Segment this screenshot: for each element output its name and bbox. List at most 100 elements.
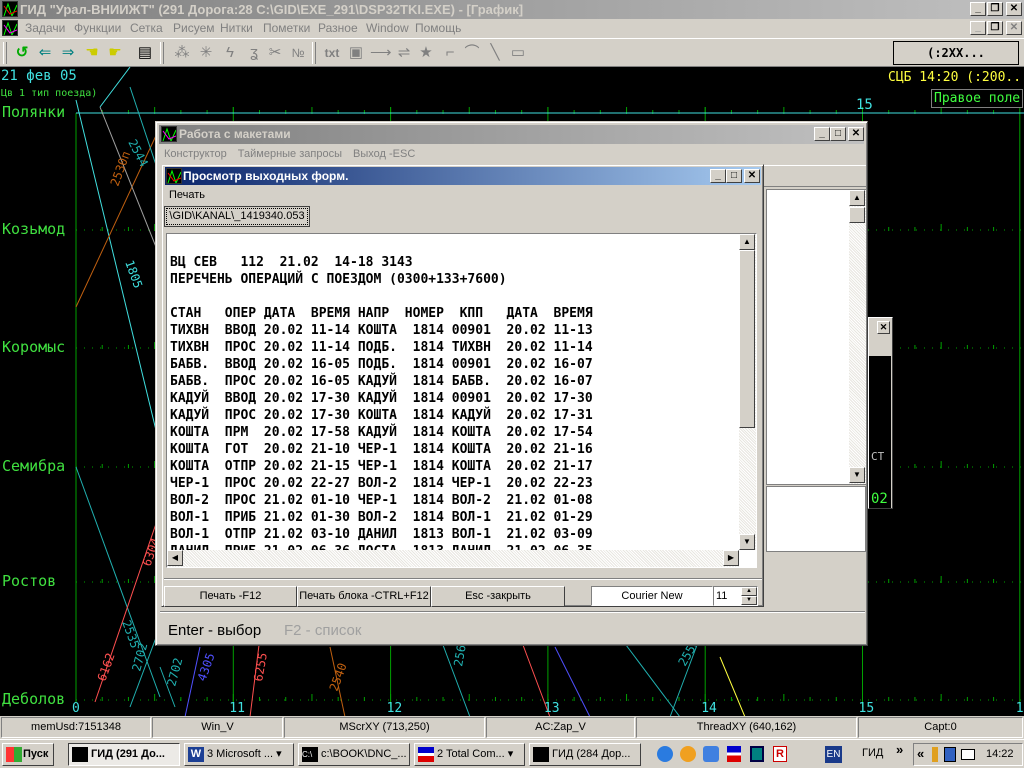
ie-icon[interactable]: [657, 746, 673, 762]
numero-icon[interactable]: №: [288, 43, 308, 63]
spin-up-button[interactable]: ▲: [741, 587, 757, 596]
task-total-commander[interactable]: 2 Total Com... ▾: [414, 743, 525, 766]
station-label[interactable]: Полянки: [2, 103, 65, 121]
station-label[interactable]: Деболов: [2, 690, 65, 708]
txt-icon[interactable]: txt: [322, 43, 342, 63]
total-commander-icon[interactable]: [727, 746, 741, 762]
menu-timer-requests[interactable]: Таймерные запросы: [238, 148, 342, 160]
hook-icon[interactable]: ʓ: [244, 43, 264, 63]
sparkle-icon[interactable]: ✳: [196, 43, 216, 63]
page-back-icon[interactable]: ⇐: [35, 43, 55, 63]
toolbar-grip[interactable]: [312, 42, 316, 64]
far-icon[interactable]: [750, 746, 764, 762]
station-label[interactable]: Коромыс: [2, 338, 65, 356]
minimize-button[interactable]: _: [970, 2, 986, 16]
tray-network-icon[interactable]: [944, 747, 956, 762]
makety-minimize-button[interactable]: _: [814, 127, 830, 141]
viewer-minimize-button[interactable]: _: [710, 169, 726, 183]
code-button[interactable]: (:2XX...: [893, 41, 1019, 65]
scroll-thumb[interactable]: [849, 207, 865, 223]
app-icon[interactable]: [2, 1, 18, 17]
refresh-icon[interactable]: ↺: [12, 43, 32, 63]
right-text-area[interactable]: [766, 486, 866, 552]
table-icon[interactable]: ▣: [346, 43, 366, 63]
child-close-button[interactable]: ✕: [1006, 21, 1022, 35]
start-button[interactable]: Пуск: [2, 743, 54, 766]
scroll-thumb[interactable]: [739, 250, 755, 428]
page-forward-icon[interactable]: ⇒: [58, 43, 78, 63]
point-left-icon[interactable]: ☚: [82, 43, 102, 63]
task-word[interactable]: W3 Microsoft ... ▾: [184, 743, 294, 766]
child-window-icon[interactable]: [2, 20, 18, 36]
point-right-icon[interactable]: ☛: [105, 43, 125, 63]
menu-exit[interactable]: Выход -ESC: [353, 148, 415, 160]
makety-maximize-button[interactable]: □: [830, 127, 846, 141]
right-list[interactable]: ▲ ▼: [766, 189, 866, 485]
outlook-icon[interactable]: [703, 746, 719, 762]
scroll-up-button[interactable]: ▲: [849, 190, 865, 206]
star-icon[interactable]: ★: [416, 43, 436, 63]
scroll-left-button[interactable]: ◀: [167, 550, 183, 566]
rect-icon[interactable]: ▭: [508, 43, 528, 63]
scroll-down-button[interactable]: ▼: [739, 534, 755, 550]
menu-tasks[interactable]: Задачи: [25, 19, 65, 38]
makety-close-button[interactable]: ✕: [848, 127, 864, 141]
scroll-down-button[interactable]: ▼: [849, 467, 865, 483]
font-name-field[interactable]: Courier New: [591, 586, 713, 606]
print-button[interactable]: Печать -F12: [164, 586, 297, 607]
wand-icon[interactable]: ⁂: [172, 43, 192, 63]
close-button[interactable]: ✕: [1006, 2, 1022, 16]
menu-grid[interactable]: Сетка: [130, 19, 163, 38]
file-path-button[interactable]: \GID\KANAL\_1419340.053: [164, 206, 310, 227]
viewer-close-button[interactable]: ✕: [744, 169, 760, 183]
scroll-up-button[interactable]: ▲: [739, 234, 755, 250]
menu-misc[interactable]: Разное: [318, 19, 358, 38]
diagonal-icon[interactable]: ╲: [485, 43, 505, 63]
clock[interactable]: 14:22: [986, 748, 1014, 760]
menu-help[interactable]: Помощь: [415, 19, 461, 38]
scissors-icon[interactable]: ✂: [265, 43, 285, 63]
double-arrow-icon[interactable]: ⇌: [394, 43, 414, 63]
scroll-right-button[interactable]: ▶: [723, 550, 739, 566]
toolbar-chevron[interactable]: »: [896, 742, 903, 757]
media-player-icon[interactable]: [680, 746, 696, 762]
right-list-scrollbar[interactable]: ▲ ▼: [849, 190, 866, 484]
spin-down-button[interactable]: ▼: [741, 596, 757, 605]
tray-card-icon[interactable]: [961, 749, 975, 760]
task-gid-291[interactable]: ГИД (291 До...: [68, 743, 180, 766]
arrow-right-icon[interactable]: ⟶: [370, 43, 392, 63]
lightning-icon[interactable]: ϟ: [220, 43, 240, 63]
task-gid-284[interactable]: ГИД (284 Дор...: [529, 743, 641, 766]
toolbar-grip[interactable]: [160, 42, 164, 64]
menu-threads[interactable]: Нитки: [220, 19, 253, 38]
acrobat-icon[interactable]: R: [773, 746, 787, 762]
restore-button[interactable]: ❐: [987, 2, 1003, 16]
menu-print[interactable]: Печать: [169, 189, 205, 201]
menu-functions[interactable]: Функции: [74, 19, 121, 38]
right-field-button[interactable]: Правое поле: [931, 89, 1023, 108]
font-size-spinner[interactable]: 11 ▲ ▼: [713, 586, 758, 606]
menu-draw[interactable]: Рисуем: [173, 19, 215, 38]
language-indicator[interactable]: EN: [825, 746, 842, 763]
step-line-icon[interactable]: ⌐: [440, 43, 460, 63]
close-esc-button[interactable]: Esc -закрыть: [431, 586, 565, 607]
document-icon[interactable]: ▤: [135, 43, 155, 63]
vertical-scrollbar[interactable]: ▲ ▼: [739, 234, 756, 550]
print-block-button[interactable]: Печать блока -CTRL+F12: [297, 586, 431, 607]
menu-constructor[interactable]: Конструктор: [164, 148, 227, 160]
gid-toolbar-label[interactable]: ГИД: [862, 747, 883, 759]
child-minimize-button[interactable]: _: [970, 21, 986, 35]
arc-icon[interactable]: ⌒: [462, 43, 482, 63]
tray-expand-button[interactable]: «: [917, 746, 924, 761]
station-label[interactable]: Семибра: [2, 457, 65, 475]
toolbar-grip[interactable]: [3, 42, 7, 64]
horizontal-scrollbar[interactable]: ◀ ▶: [167, 550, 739, 567]
child-restore-button[interactable]: ❐: [987, 21, 1003, 35]
tray-pencil-icon[interactable]: [932, 747, 938, 762]
menu-marks[interactable]: Пометки: [263, 19, 310, 38]
menu-window[interactable]: Window: [366, 19, 409, 38]
output-text-area[interactable]: ВЦ СЕВ 112 21.02 14-18 3143 ПЕРЕЧЕНЬ ОПЕР…: [166, 233, 757, 568]
side-panel-close-button[interactable]: ✕: [877, 321, 890, 334]
station-label[interactable]: Ростов: [2, 572, 56, 590]
station-label[interactable]: Козьмод: [2, 220, 65, 238]
